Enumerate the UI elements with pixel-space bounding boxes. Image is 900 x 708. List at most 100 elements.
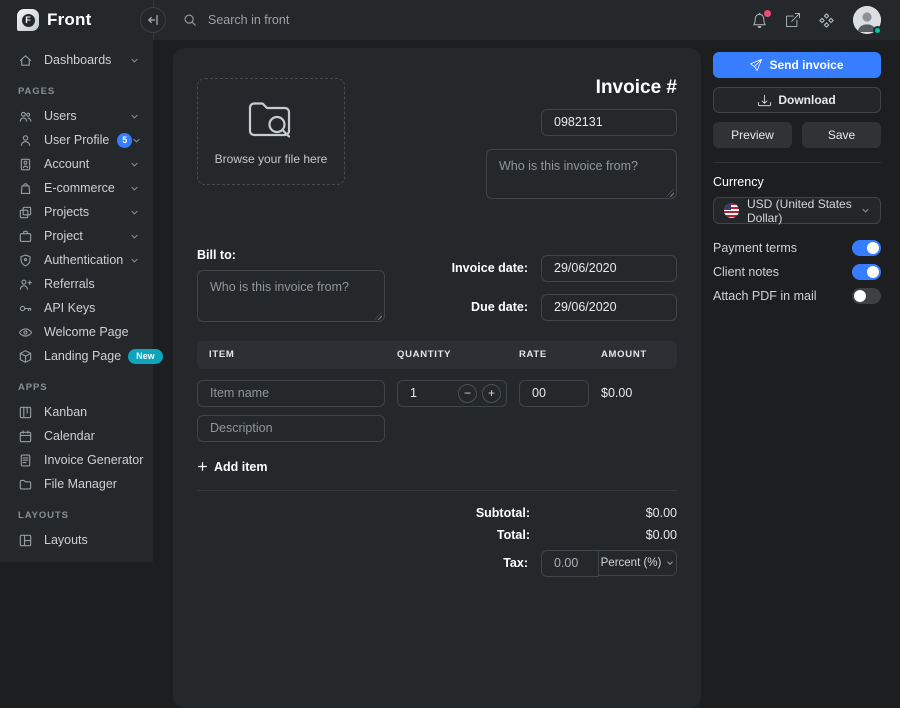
user-icon	[18, 133, 33, 148]
sidebar-section-layouts: LAYOUTS	[0, 510, 153, 521]
sidebar-item-ecommerce[interactable]: E-commerce	[0, 176, 153, 200]
user-avatar[interactable]	[853, 6, 881, 34]
rate-input[interactable]	[519, 380, 589, 407]
items-table-header: ITEM QUANTITY RATE AMOUNT	[197, 341, 677, 369]
front-logo-icon: F	[17, 9, 39, 31]
notifications-button[interactable]	[752, 13, 767, 28]
quantity-stepper[interactable]: 1 − +	[397, 380, 507, 407]
item-name-input[interactable]	[197, 380, 385, 407]
users-icon	[18, 109, 33, 124]
search-icon	[183, 13, 197, 27]
preview-button[interactable]: Preview	[713, 122, 792, 148]
shield-icon	[18, 253, 33, 268]
sidebar-item-user-profile[interactable]: User Profile 5	[0, 128, 153, 152]
open-external-button[interactable]	[786, 13, 800, 27]
bill-to-textarea[interactable]	[197, 270, 385, 322]
sidebar-section-apps: APPS	[0, 382, 153, 393]
plus-icon	[197, 461, 208, 472]
invoice-from-textarea[interactable]	[486, 149, 677, 199]
tax-value-input[interactable]	[541, 550, 599, 577]
sidebar-item-calendar[interactable]: Calendar	[0, 424, 153, 448]
payment-terms-toggle[interactable]	[852, 240, 881, 256]
add-item-button[interactable]: Add item	[197, 460, 267, 474]
tax-label: Tax:	[503, 556, 528, 570]
logo-letter: F	[22, 14, 35, 27]
attach-pdf-row: Attach PDF in mail	[713, 288, 881, 304]
sidebar-item-kanban[interactable]: Kanban	[0, 400, 153, 424]
key-icon	[18, 301, 33, 316]
col-rate: RATE	[519, 349, 589, 360]
save-button[interactable]: Save	[802, 122, 881, 148]
quantity-decrease-button[interactable]: −	[458, 384, 477, 403]
home-icon	[18, 53, 33, 68]
total-value: $0.00	[530, 528, 677, 542]
sidebar-item-landing-page[interactable]: Landing Page New	[0, 344, 153, 368]
col-quantity: QUANTITY	[397, 349, 507, 360]
attach-pdf-toggle[interactable]	[852, 288, 881, 304]
folder-icon	[18, 477, 33, 492]
us-flag-icon	[724, 203, 739, 218]
sidebar-item-projects[interactable]: Projects	[0, 200, 153, 224]
sidebar: Dashboards PAGES Users User Profile 5 Ac…	[0, 40, 153, 562]
search-input[interactable]: Search in front	[183, 13, 443, 27]
sidebar-item-project[interactable]: Project	[0, 224, 153, 248]
sidebar-section-pages: PAGES	[0, 86, 153, 97]
download-button[interactable]: Download	[713, 87, 881, 113]
sidebar-collapse-button[interactable]	[140, 7, 166, 33]
sidebar-item-layouts[interactable]: Layouts	[0, 528, 153, 552]
attach-pdf-label: Attach PDF in mail	[713, 289, 817, 303]
chevron-down-icon	[130, 160, 139, 169]
item-description-input[interactable]	[197, 415, 385, 442]
user-profile-count-badge: 5	[117, 133, 132, 148]
brand[interactable]: F Front	[0, 0, 153, 40]
due-date-input[interactable]	[541, 294, 677, 321]
subtotal-label: Subtotal:	[476, 506, 530, 520]
quantity-increase-button[interactable]: +	[482, 384, 501, 403]
sidebar-item-api-keys[interactable]: API Keys	[0, 296, 153, 320]
client-notes-row: Client notes	[713, 264, 881, 280]
col-item: ITEM	[197, 349, 385, 360]
apps-menu-button[interactable]	[819, 13, 834, 28]
invoice-from-wrap	[486, 149, 677, 202]
currency-select[interactable]: USD (United States Dollar)	[713, 197, 881, 224]
quantity-value: 1	[410, 386, 458, 400]
chevron-down-icon	[132, 136, 141, 145]
panel-divider	[713, 162, 881, 163]
file-upload-dropzone[interactable]: Browse your file here	[197, 78, 345, 185]
invoice-number-input[interactable]	[541, 109, 677, 136]
invoice-date-input[interactable]	[541, 255, 677, 282]
payment-terms-label: Payment terms	[713, 241, 797, 255]
sidebar-item-dashboards[interactable]: Dashboards	[0, 48, 153, 72]
layout-icon	[18, 533, 33, 548]
arrow-bar-left-icon	[146, 13, 160, 27]
sidebar-item-welcome-page[interactable]: Welcome Page	[0, 320, 153, 344]
topbar-main: Search in front	[153, 0, 900, 40]
sidebar-item-referrals[interactable]: Referrals	[0, 272, 153, 296]
chevron-down-icon	[130, 208, 139, 217]
chevron-down-icon	[130, 184, 139, 193]
client-notes-toggle[interactable]	[852, 264, 881, 280]
sidebar-item-invoice-generator[interactable]: Invoice Generator	[0, 448, 153, 472]
send-icon	[750, 59, 762, 71]
send-invoice-button[interactable]: Send invoice	[713, 52, 881, 78]
search-placeholder: Search in front	[208, 13, 289, 27]
sidebar-item-file-manager[interactable]: File Manager	[0, 472, 153, 496]
notification-dot	[764, 10, 771, 17]
invoice-title: Invoice #	[596, 78, 677, 99]
brand-name: Front	[47, 10, 91, 30]
user-plus-icon	[18, 277, 33, 292]
bill-to-label: Bill to:	[197, 248, 385, 262]
calendar-icon	[18, 429, 33, 444]
sidebar-item-users[interactable]: Users	[0, 104, 153, 128]
tax-type-select[interactable]: Percent (%)	[599, 550, 677, 576]
sidebar-item-authentication[interactable]: Authentication	[0, 248, 153, 272]
sidebar-item-account[interactable]: Account	[0, 152, 153, 176]
currency-label: Currency	[713, 175, 881, 189]
chevron-down-icon	[861, 206, 870, 215]
box-icon	[18, 349, 33, 364]
subtotal-value: $0.00	[530, 506, 677, 520]
main-content: Browse your file here Invoice # Bill to:	[153, 40, 900, 562]
bill-to-wrap	[197, 270, 385, 325]
amount-value: $0.00	[601, 386, 677, 400]
invoice-card: Browse your file here Invoice # Bill to:	[173, 48, 701, 708]
